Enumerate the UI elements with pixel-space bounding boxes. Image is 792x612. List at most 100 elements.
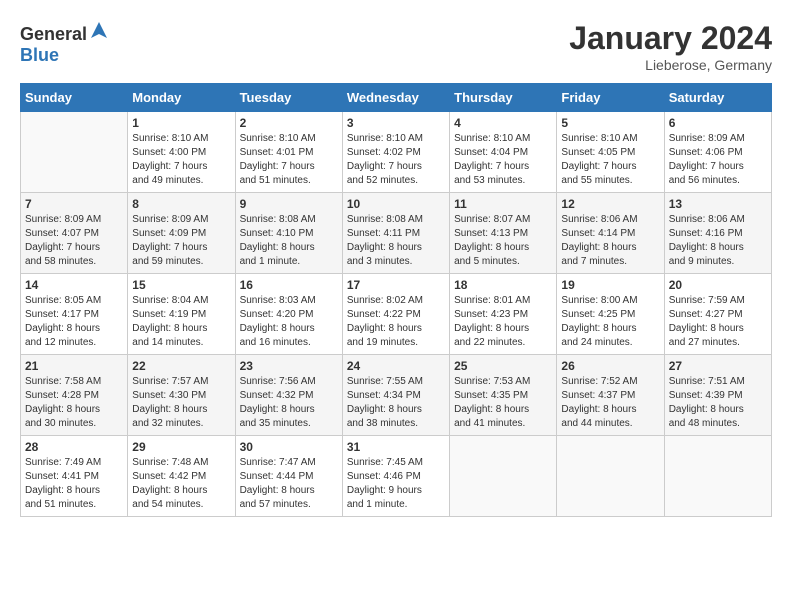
calendar-cell: 15 Sunrise: 8:04 AMSunset: 4:19 PMDayligh… (128, 274, 235, 355)
day-number: 10 (347, 197, 445, 211)
cell-info: Sunrise: 8:06 AMSunset: 4:16 PMDaylight:… (669, 213, 767, 269)
weekday-header-row: SundayMondayTuesdayWednesdayThursdayFrid… (21, 84, 772, 112)
calendar-cell: 17 Sunrise: 8:02 AMSunset: 4:22 PMDayligh… (342, 274, 449, 355)
calendar-cell: 11 Sunrise: 8:07 AMSunset: 4:13 PMDayligh… (450, 193, 557, 274)
weekday-header-cell: Wednesday (342, 84, 449, 112)
calendar-cell: 6 Sunrise: 8:09 AMSunset: 4:06 PMDaylight… (664, 112, 771, 193)
cell-info: Sunrise: 8:04 AMSunset: 4:19 PMDaylight:… (132, 294, 230, 350)
calendar-cell: 14Sunrise: 8:05 AMSunset: 4:17 PMDayligh… (21, 274, 128, 355)
logo-general: General (20, 24, 87, 44)
day-number: 22 (132, 359, 230, 373)
cell-info: Sunrise: 8:02 AMSunset: 4:22 PMDaylight:… (347, 294, 445, 350)
calendar-cell: 3 Sunrise: 8:10 AMSunset: 4:02 PMDaylight… (342, 112, 449, 193)
cell-info: Sunrise: 7:49 AMSunset: 4:41 PMDaylight:… (25, 456, 123, 512)
day-number: 24 (347, 359, 445, 373)
calendar-cell: 23 Sunrise: 7:56 AMSunset: 4:32 PMDayligh… (235, 355, 342, 436)
day-number: 31 (347, 440, 445, 454)
cell-info: Sunrise: 8:05 AMSunset: 4:17 PMDaylight:… (25, 294, 123, 350)
logo-blue: Blue (20, 45, 59, 65)
day-number: 29 (132, 440, 230, 454)
calendar-cell: 21 Sunrise: 7:58 AMSunset: 4:28 PMDayligh… (21, 355, 128, 436)
cell-info: Sunrise: 7:59 AMSunset: 4:27 PMDaylight:… (669, 294, 767, 350)
weekday-header-cell: Monday (128, 84, 235, 112)
cell-info: Sunrise: 8:09 AMSunset: 4:06 PMDaylight:… (669, 132, 767, 188)
weekday-header-cell: Tuesday (235, 84, 342, 112)
cell-info: Sunrise: 8:00 AMSunset: 4:25 PMDaylight:… (561, 294, 659, 350)
day-number: 4 (454, 116, 552, 130)
weekday-header-cell: Saturday (664, 84, 771, 112)
calendar-cell: 13Sunrise: 8:06 AMSunset: 4:16 PMDayligh… (664, 193, 771, 274)
day-number: 11 (454, 197, 552, 211)
calendar-cell: 9 Sunrise: 8:08 AMSunset: 4:10 PMDaylight… (235, 193, 342, 274)
month-title: January 2024 (569, 20, 772, 57)
calendar-cell: 29Sunrise: 7:48 AMSunset: 4:42 PMDayligh… (128, 436, 235, 517)
day-number: 26 (561, 359, 659, 373)
day-number: 17 (347, 278, 445, 292)
calendar-cell: 7 Sunrise: 8:09 AMSunset: 4:07 PMDaylight… (21, 193, 128, 274)
cell-info: Sunrise: 8:10 AMSunset: 4:00 PMDaylight:… (132, 132, 230, 188)
calendar-cell: 18 Sunrise: 8:01 AMSunset: 4:23 PMDayligh… (450, 274, 557, 355)
cell-info: Sunrise: 8:10 AMSunset: 4:02 PMDaylight:… (347, 132, 445, 188)
cell-info: Sunrise: 8:03 AMSunset: 4:20 PMDaylight:… (240, 294, 338, 350)
day-number: 1 (132, 116, 230, 130)
calendar-body: 1 Sunrise: 8:10 AMSunset: 4:00 PMDaylight… (21, 112, 772, 517)
cell-info: Sunrise: 8:09 AMSunset: 4:07 PMDaylight:… (25, 213, 123, 269)
cell-info: Sunrise: 7:58 AMSunset: 4:28 PMDaylight:… (25, 375, 123, 431)
cell-info: Sunrise: 8:10 AMSunset: 4:05 PMDaylight:… (561, 132, 659, 188)
day-number: 7 (25, 197, 123, 211)
calendar-table: SundayMondayTuesdayWednesdayThursdayFrid… (20, 83, 772, 517)
calendar-cell: 28 Sunrise: 7:49 AMSunset: 4:41 PMDayligh… (21, 436, 128, 517)
cell-info: Sunrise: 7:52 AMSunset: 4:37 PMDaylight:… (561, 375, 659, 431)
cell-info: Sunrise: 7:56 AMSunset: 4:32 PMDaylight:… (240, 375, 338, 431)
cell-info: Sunrise: 8:01 AMSunset: 4:23 PMDaylight:… (454, 294, 552, 350)
calendar-cell (664, 436, 771, 517)
calendar-cell: 26 Sunrise: 7:52 AMSunset: 4:37 PMDayligh… (557, 355, 664, 436)
calendar-week-row: 14Sunrise: 8:05 AMSunset: 4:17 PMDayligh… (21, 274, 772, 355)
day-number: 18 (454, 278, 552, 292)
weekday-header-cell: Sunday (21, 84, 128, 112)
title-area: January 2024 Lieberose, Germany (569, 20, 772, 73)
calendar-cell: 5 Sunrise: 8:10 AMSunset: 4:05 PMDaylight… (557, 112, 664, 193)
day-number: 6 (669, 116, 767, 130)
cell-info: Sunrise: 7:53 AMSunset: 4:35 PMDaylight:… (454, 375, 552, 431)
day-number: 20 (669, 278, 767, 292)
cell-info: Sunrise: 7:57 AMSunset: 4:30 PMDaylight:… (132, 375, 230, 431)
day-number: 3 (347, 116, 445, 130)
cell-info: Sunrise: 8:08 AMSunset: 4:11 PMDaylight:… (347, 213, 445, 269)
cell-info: Sunrise: 7:55 AMSunset: 4:34 PMDaylight:… (347, 375, 445, 431)
weekday-header-cell: Thursday (450, 84, 557, 112)
calendar-cell: 4 Sunrise: 8:10 AMSunset: 4:04 PMDaylight… (450, 112, 557, 193)
cell-info: Sunrise: 7:47 AMSunset: 4:44 PMDaylight:… (240, 456, 338, 512)
day-number: 19 (561, 278, 659, 292)
calendar-week-row: 21 Sunrise: 7:58 AMSunset: 4:28 PMDayligh… (21, 355, 772, 436)
day-number: 15 (132, 278, 230, 292)
calendar-cell: 10 Sunrise: 8:08 AMSunset: 4:11 PMDayligh… (342, 193, 449, 274)
cell-info: Sunrise: 8:10 AMSunset: 4:04 PMDaylight:… (454, 132, 552, 188)
cell-info: Sunrise: 7:51 AMSunset: 4:39 PMDaylight:… (669, 375, 767, 431)
day-number: 5 (561, 116, 659, 130)
cell-info: Sunrise: 8:09 AMSunset: 4:09 PMDaylight:… (132, 213, 230, 269)
logo-icon (89, 20, 109, 40)
calendar-cell: 8Sunrise: 8:09 AMSunset: 4:09 PMDaylight… (128, 193, 235, 274)
calendar-week-row: 7 Sunrise: 8:09 AMSunset: 4:07 PMDaylight… (21, 193, 772, 274)
day-number: 12 (561, 197, 659, 211)
calendar-cell: 22 Sunrise: 7:57 AMSunset: 4:30 PMDayligh… (128, 355, 235, 436)
calendar-cell: 12 Sunrise: 8:06 AMSunset: 4:14 PMDayligh… (557, 193, 664, 274)
day-number: 21 (25, 359, 123, 373)
calendar-cell: 30 Sunrise: 7:47 AMSunset: 4:44 PMDayligh… (235, 436, 342, 517)
calendar-week-row: 28 Sunrise: 7:49 AMSunset: 4:41 PMDayligh… (21, 436, 772, 517)
day-number: 23 (240, 359, 338, 373)
cell-info: Sunrise: 8:07 AMSunset: 4:13 PMDaylight:… (454, 213, 552, 269)
calendar-cell (21, 112, 128, 193)
day-number: 9 (240, 197, 338, 211)
calendar-cell: 19 Sunrise: 8:00 AMSunset: 4:25 PMDayligh… (557, 274, 664, 355)
calendar-week-row: 1 Sunrise: 8:10 AMSunset: 4:00 PMDaylight… (21, 112, 772, 193)
cell-info: Sunrise: 8:06 AMSunset: 4:14 PMDaylight:… (561, 213, 659, 269)
cell-info: Sunrise: 7:45 AMSunset: 4:46 PMDaylight:… (347, 456, 445, 512)
day-number: 30 (240, 440, 338, 454)
logo: General Blue (20, 20, 109, 66)
calendar-cell: 1 Sunrise: 8:10 AMSunset: 4:00 PMDaylight… (128, 112, 235, 193)
cell-info: Sunrise: 8:08 AMSunset: 4:10 PMDaylight:… (240, 213, 338, 269)
day-number: 28 (25, 440, 123, 454)
day-number: 2 (240, 116, 338, 130)
